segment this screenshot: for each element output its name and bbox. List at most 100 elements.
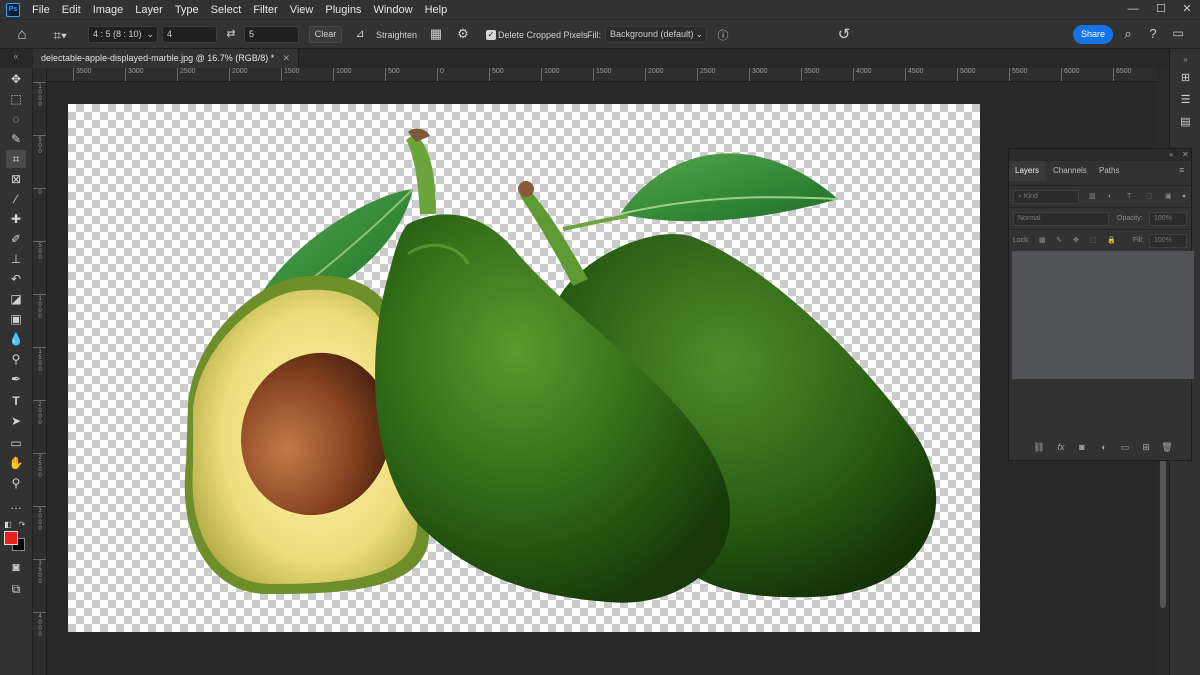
clear-button[interactable]: Clear xyxy=(309,26,342,43)
quick-mask-icon[interactable]: ◙ xyxy=(6,558,26,576)
screen-mode-icon[interactable]: ⧉ xyxy=(6,580,26,598)
menu-window[interactable]: Window xyxy=(367,4,418,16)
delete-cropped-checkbox[interactable]: ✓ xyxy=(486,30,496,40)
adjustments-panel-icon[interactable]: ☰ xyxy=(1176,91,1195,109)
lasso-tool-icon[interactable]: ◌ xyxy=(6,110,26,128)
fill-field[interactable]: 100% xyxy=(1149,234,1187,248)
path-selection-tool-icon[interactable]: ➤ xyxy=(6,412,26,430)
menu-help[interactable]: Help xyxy=(419,4,454,16)
info-icon[interactable]: ⓘ xyxy=(716,27,730,43)
eraser-tool-icon[interactable]: ◪ xyxy=(6,290,26,308)
gear-icon[interactable]: ⚙ xyxy=(455,26,471,44)
layers-list[interactable] xyxy=(1012,251,1194,379)
panel-menu-icon[interactable]: ≡ xyxy=(1179,165,1184,175)
move-tool-icon[interactable]: ✥ xyxy=(6,70,26,88)
smart-object-filter-icon[interactable]: ▣ xyxy=(1165,190,1172,204)
collapse-toolbar-icon[interactable]: « xyxy=(8,51,24,65)
menu-file[interactable]: File xyxy=(26,4,56,16)
tab-layers[interactable]: Layers xyxy=(1009,161,1046,181)
dodge-tool-icon[interactable]: ⚲ xyxy=(6,350,26,368)
rectangle-tool-icon[interactable]: ▭ xyxy=(6,434,26,452)
edit-toolbar-icon[interactable]: … xyxy=(6,496,26,514)
lock-position-icon[interactable]: ✥ xyxy=(1073,234,1079,248)
hand-tool-icon[interactable]: ✋ xyxy=(6,454,26,472)
pixel-filter-icon[interactable]: ▨ xyxy=(1089,190,1096,204)
close-panel-icon[interactable]: ✕ xyxy=(1182,149,1189,161)
menu-select[interactable]: Select xyxy=(205,4,248,16)
maximize-button[interactable]: ☐ xyxy=(1148,0,1174,19)
home-icon[interactable]: ⌂ xyxy=(12,26,32,44)
minimize-button[interactable]: — xyxy=(1120,0,1146,19)
ruler-tick-label: 1000 xyxy=(33,82,46,108)
straighten-icon[interactable]: ⊿ xyxy=(352,27,368,43)
share-button[interactable]: Share xyxy=(1073,25,1113,44)
swap-dimensions-icon[interactable]: ⇄ xyxy=(224,27,238,43)
overlay-grid-icon[interactable]: ▦ xyxy=(428,26,444,44)
lock-transparent-icon[interactable]: ▩ xyxy=(1039,234,1046,248)
properties-panel-icon[interactable]: ⊞ xyxy=(1176,69,1195,87)
foreground-color-swatch[interactable] xyxy=(4,531,18,545)
history-brush-tool-icon[interactable]: ↶ xyxy=(6,270,26,288)
close-icon[interactable]: ✕ xyxy=(282,49,290,68)
menu-plugins[interactable]: Plugins xyxy=(319,4,367,16)
canvas-area[interactable] xyxy=(47,82,1157,675)
opacity-field[interactable]: 100% xyxy=(1149,212,1187,226)
scrollbar-thumb[interactable] xyxy=(1160,448,1166,608)
healing-brush-tool-icon[interactable]: ✚ xyxy=(6,210,26,228)
crop-width-field[interactable]: 4 xyxy=(162,26,217,43)
crop-height-field[interactable]: 5 xyxy=(244,26,299,43)
eyedropper-tool-icon[interactable]: ⁄ xyxy=(6,190,26,208)
gradient-tool-icon[interactable]: ▣ xyxy=(6,310,26,328)
expand-panels-icon[interactable]: » xyxy=(1176,51,1195,69)
menu-type[interactable]: Type xyxy=(169,4,205,16)
type-tool-icon[interactable]: T xyxy=(6,392,26,410)
adjustment-layer-icon[interactable]: ◐ xyxy=(1096,440,1112,454)
straighten-label[interactable]: Straighten xyxy=(376,20,417,50)
clone-stamp-tool-icon[interactable]: ⊥ xyxy=(6,250,26,268)
pen-tool-icon[interactable]: ✒ xyxy=(6,370,26,388)
menu-layer[interactable]: Layer xyxy=(129,4,169,16)
reset-icon[interactable]: ↺ xyxy=(835,25,853,45)
lock-all-icon[interactable]: 🔒 xyxy=(1107,234,1116,248)
new-group-icon[interactable]: ▭ xyxy=(1117,440,1133,454)
frame-tool-icon[interactable]: ⊠ xyxy=(6,170,26,188)
delete-cropped-label[interactable]: Delete Cropped Pixels xyxy=(498,20,588,50)
menu-edit[interactable]: Edit xyxy=(56,4,87,16)
menu-image[interactable]: Image xyxy=(87,4,130,16)
zoom-tool-icon[interactable]: ⚲ xyxy=(6,474,26,492)
kind-filter-select[interactable]: ⌕ Kind xyxy=(1013,190,1079,204)
filter-toggle-icon[interactable]: ● xyxy=(1182,190,1186,204)
document-canvas[interactable] xyxy=(68,104,980,632)
lock-pixels-icon[interactable]: ✎ xyxy=(1056,234,1062,248)
menu-filter[interactable]: Filter xyxy=(247,4,283,16)
adjustment-filter-icon[interactable]: ◐ xyxy=(1108,190,1112,204)
ruler-tick-label: 4000 xyxy=(853,68,872,81)
document-tab[interactable]: delectable-apple-displayed-marble.jpg @ … xyxy=(33,49,299,68)
search-icon[interactable]: ⌕ xyxy=(1120,26,1136,44)
tab-paths[interactable]: Paths xyxy=(1093,161,1125,181)
blur-tool-icon[interactable]: 💧 xyxy=(6,330,26,348)
collapse-icon[interactable]: « xyxy=(1169,149,1173,161)
link-layers-icon[interactable]: ⛓ xyxy=(1031,440,1047,454)
shape-filter-icon[interactable]: ⬚ xyxy=(1146,190,1153,204)
crop-tool-icon[interactable]: ⌗ xyxy=(6,150,26,168)
quick-selection-tool-icon[interactable]: ✎ xyxy=(6,130,26,148)
crop-ratio-select[interactable]: 4 : 5 (8 : 10) ⌄ xyxy=(88,26,158,43)
help-icon[interactable]: ? xyxy=(1145,26,1161,44)
close-window-button[interactable]: ✕ xyxy=(1174,0,1200,19)
new-layer-icon[interactable]: ⊞ xyxy=(1138,440,1154,454)
tab-channels[interactable]: Channels xyxy=(1047,161,1093,181)
workspace-icon[interactable]: ▭ xyxy=(1170,26,1186,44)
brush-tool-icon[interactable]: ✐ xyxy=(6,230,26,248)
crop-tool-preset-icon[interactable]: ⌗▾ xyxy=(46,25,74,45)
blend-mode-select[interactable]: Normal xyxy=(1013,212,1109,226)
marquee-tool-icon[interactable]: ⬚ xyxy=(6,90,26,108)
delete-layer-icon[interactable]: 🗑 xyxy=(1159,440,1175,454)
comments-panel-icon[interactable]: ▤ xyxy=(1176,113,1195,131)
lock-artboard-icon[interactable]: ⬚ xyxy=(1090,234,1097,248)
add-mask-icon[interactable]: ◙ xyxy=(1074,440,1090,454)
menu-view[interactable]: View xyxy=(284,4,320,16)
fill-select[interactable]: Background (default) ⌄ xyxy=(605,26,707,43)
layer-style-icon[interactable]: fx xyxy=(1053,440,1069,454)
type-filter-icon[interactable]: T xyxy=(1127,190,1131,204)
